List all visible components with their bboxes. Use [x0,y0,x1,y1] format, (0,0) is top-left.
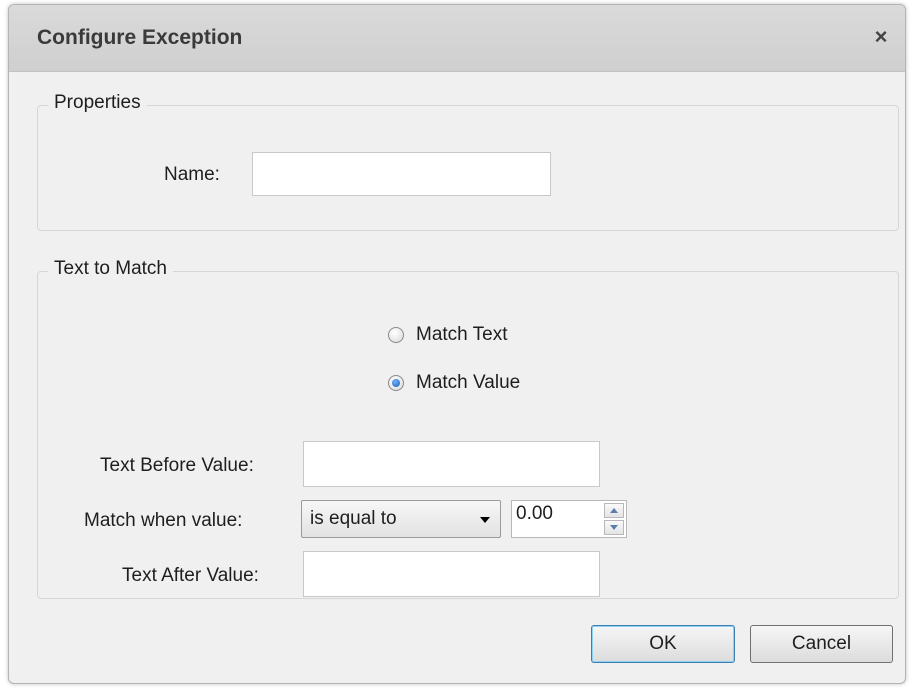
text-after-value-label: Text After Value: [122,565,259,586]
match-when-value-label: Match when value: [84,510,243,531]
text-to-match-legend: Text to Match [48,258,173,280]
text-after-value-input[interactable] [303,551,600,597]
match-value-option[interactable]: Match Value [388,372,520,394]
text-before-value-input[interactable] [303,441,600,487]
ok-button[interactable]: OK [591,625,735,663]
value-stepper[interactable]: 0.00 [511,500,627,538]
dialog-title: Configure Exception [37,26,243,49]
match-text-option[interactable]: Match Text [388,324,508,346]
text-before-value-label: Text Before Value: [100,455,254,476]
name-label: Name: [164,164,220,185]
match-text-label: Match Text [416,324,508,345]
text-to-match-group: Text to Match Match Text Match Value Tex… [37,258,899,599]
properties-legend: Properties [48,92,147,114]
name-input[interactable] [252,152,551,196]
comparison-dropdown[interactable]: is equal to [301,500,501,538]
arrow-down-icon [610,525,618,530]
stepper-buttons [604,503,624,535]
chevron-down-icon [480,517,490,523]
configure-exception-dialog: Configure Exception × Properties Name: T… [8,4,906,684]
close-icon[interactable]: × [865,21,897,53]
comparison-selected-value: is equal to [310,508,397,529]
title-bar: Configure Exception × [9,5,905,72]
cancel-button[interactable]: Cancel [750,625,893,663]
stepper-up-button[interactable] [604,503,624,518]
stepper-down-button[interactable] [604,520,624,535]
properties-group: Properties Name: [37,92,899,231]
value-stepper-value: 0.00 [516,503,553,524]
match-text-radio[interactable] [388,327,404,343]
match-value-radio[interactable] [388,375,404,391]
match-value-label: Match Value [416,372,521,393]
arrow-up-icon [610,508,618,513]
